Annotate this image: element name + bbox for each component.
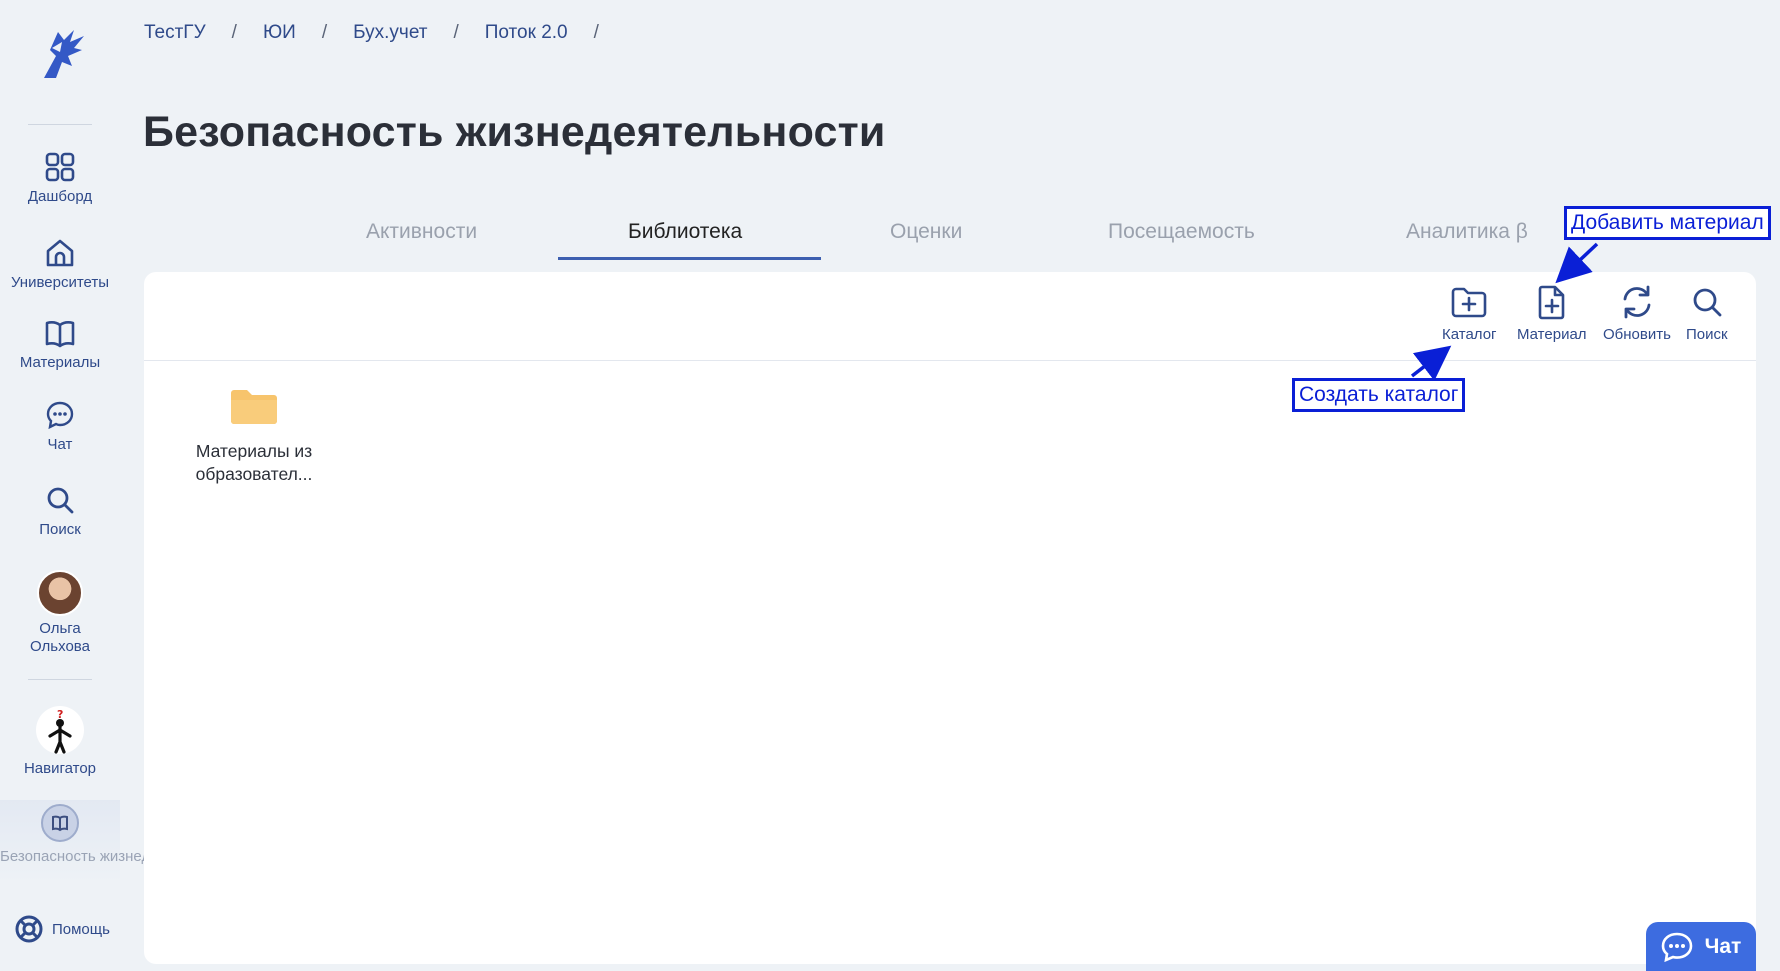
lifebuoy-icon <box>15 915 43 943</box>
search-library-label: Поиск <box>1686 326 1728 343</box>
add-material-label: Материал <box>1517 326 1587 343</box>
add-material-button[interactable]: Материал <box>1517 284 1587 343</box>
course-book-icon <box>41 804 79 842</box>
avatar <box>37 570 83 616</box>
annotation-create-catalog: Создать каталог <box>1292 378 1466 412</box>
folder-name-line1: Материалы из <box>195 441 313 461</box>
user-first-name: Ольга <box>39 620 81 637</box>
sidebar-item-materials[interactable]: Материалы <box>0 318 120 372</box>
tab-grades[interactable]: Оценки <box>890 220 962 244</box>
sidebar-item-label: Университеты <box>10 274 110 291</box>
tab-activities[interactable]: Активности <box>366 220 477 244</box>
sidebar-item-label: Поиск <box>39 521 81 538</box>
grid-icon <box>45 152 75 182</box>
breadcrumb-item[interactable]: ЮИ <box>263 22 296 44</box>
breadcrumb-item[interactable]: Поток 2.0 <box>485 22 568 44</box>
help-link[interactable]: Помощь <box>14 914 110 944</box>
breadcrumb-separator: / <box>321 22 328 43</box>
folder-name-line2: образовател... <box>195 464 313 484</box>
folder-plus-icon <box>1451 287 1487 318</box>
chat-button-label: Чат <box>1704 934 1742 958</box>
user-last-name: Ольхова <box>30 638 90 655</box>
sidebar-item-current-course[interactable]: Безопасность жизнедеятельн <box>0 800 206 884</box>
sidebar-item-label: Чат <box>47 436 73 453</box>
breadcrumb: ТестГУ / ЮИ / Бух.учет / Поток 2.0 / <box>144 22 625 44</box>
book-icon <box>45 321 75 348</box>
sidebar-divider <box>28 124 92 125</box>
breadcrumb-item[interactable]: Бух.учет <box>353 22 427 44</box>
active-tab-indicator <box>558 257 821 260</box>
breadcrumb-separator: / <box>593 22 599 43</box>
refresh-icon <box>1623 285 1651 319</box>
file-plus-icon <box>1538 285 1565 320</box>
sidebar-item-dashboard[interactable]: Дашборд <box>0 152 120 206</box>
annotation-add-material: Добавить материал <box>1564 206 1771 240</box>
breadcrumb-item[interactable]: ТестГУ <box>144 22 206 44</box>
library-panel: Каталог Материал Обновить Поиск Материал… <box>144 272 1756 964</box>
refresh-label: Обновить <box>1603 326 1671 343</box>
sidebar-user-profile[interactable]: Ольга Ольхова <box>0 570 120 656</box>
sidebar-item-search[interactable]: Поиск <box>0 485 120 539</box>
sidebar-item-label: Материалы <box>19 354 101 371</box>
search-icon <box>1693 288 1722 317</box>
sidebar-item-chat[interactable]: Чат <box>0 400 120 454</box>
sidebar-divider <box>28 679 92 680</box>
breadcrumb-separator: / <box>453 22 459 43</box>
folder-icon <box>231 390 277 424</box>
create-catalog-button[interactable]: Каталог <box>1442 284 1497 343</box>
library-folder-item[interactable]: Материалы из образовател... <box>164 388 344 486</box>
chat-bubble-icon <box>46 401 74 430</box>
navigator-icon: ? <box>36 706 84 754</box>
tab-attendance[interactable]: Посещаемость <box>1108 220 1255 244</box>
tab-analytics[interactable]: Аналитика β <box>1406 220 1528 244</box>
sidebar-item-label: Навигатор <box>23 760 97 777</box>
sidebar-item-navigator[interactable]: ? Навигатор <box>0 706 120 778</box>
tab-library[interactable]: Библиотека <box>628 220 742 244</box>
create-catalog-label: Каталог <box>1442 326 1497 343</box>
refresh-button[interactable]: Обновить <box>1603 284 1671 343</box>
toolbar-divider <box>144 360 1756 361</box>
sidebar-item-universities[interactable]: Университеты <box>0 238 120 292</box>
breadcrumb-separator: / <box>231 22 237 43</box>
help-label: Помощь <box>52 920 110 938</box>
sidebar: Дашборд Университеты Материалы Чат Поиск… <box>0 0 206 971</box>
logo-icon[interactable] <box>34 26 86 80</box>
search-icon <box>47 487 74 514</box>
floating-chat-button[interactable]: Чат <box>1646 922 1756 971</box>
page-title: Безопасность жизнедеятельности <box>143 108 886 156</box>
sidebar-item-label: Дашборд <box>27 188 93 205</box>
search-library-button[interactable]: Поиск <box>1686 284 1728 343</box>
university-icon <box>46 239 74 267</box>
chat-bubble-icon <box>1661 932 1692 962</box>
